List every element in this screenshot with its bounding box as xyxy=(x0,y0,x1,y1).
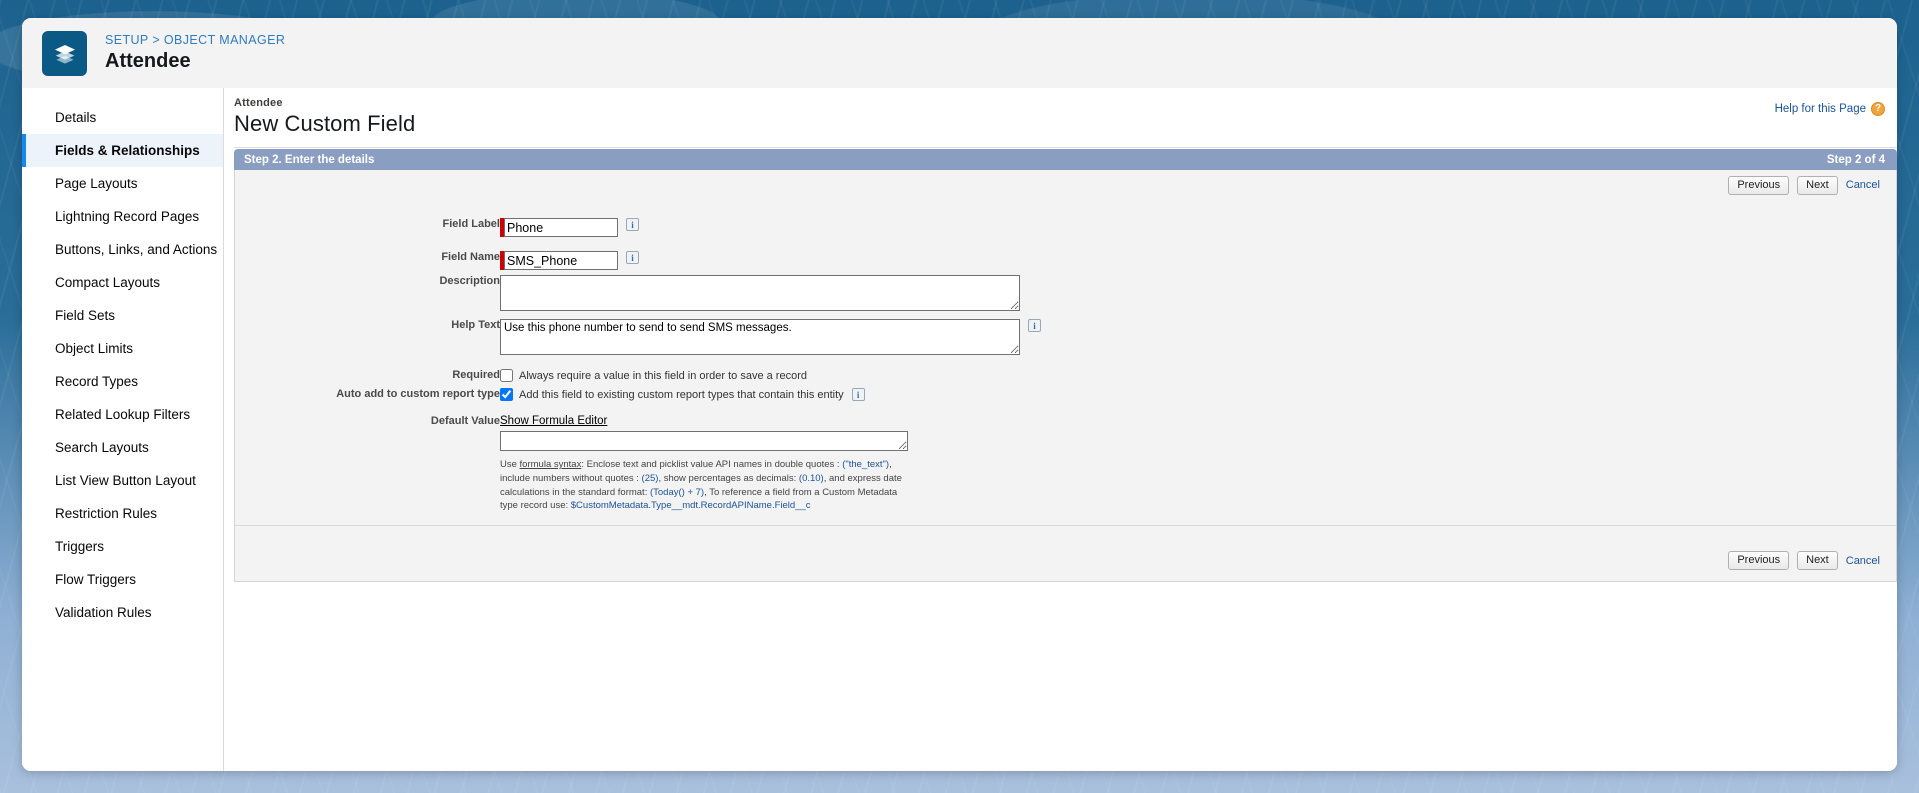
classic-setup-frame: Step 2. Enter the details Step 2 of 4 Pr… xyxy=(234,147,1897,771)
form-divider xyxy=(235,525,1896,527)
hint-p1: : Enclose text and picklist value API na… xyxy=(581,459,843,470)
page-header-left: Attendee New Custom Field xyxy=(234,97,415,137)
wizard-step-counter: Step 2 of 4 xyxy=(1826,153,1885,166)
sidebar-item-related-lookup-filters[interactable]: Related Lookup Filters xyxy=(22,398,223,431)
required-checkbox-row[interactable]: Always require a value in this field in … xyxy=(500,369,1041,382)
field-label-required-wrap xyxy=(500,218,618,237)
sidebar-item-compact-layouts[interactable]: Compact Layouts xyxy=(22,266,223,299)
help-text-textarea[interactable] xyxy=(500,319,1020,355)
sidebar-item-field-sets[interactable]: Field Sets xyxy=(22,299,223,332)
page-eyebrow: Attendee xyxy=(234,97,283,109)
sidebar-item-list-view-button-layout[interactable]: List View Button Layout xyxy=(22,464,223,497)
help-for-this-page-link[interactable]: Help for this Page ? xyxy=(1775,97,1897,116)
field-label-input[interactable] xyxy=(504,218,618,237)
default-value-textarea[interactable] xyxy=(500,431,908,451)
help-text-info-icon[interactable]: i xyxy=(1028,319,1041,332)
formula-syntax-hint: Use formula syntax: Enclose text and pic… xyxy=(500,458,908,513)
wizard-step-bar: Step 2. Enter the details Step 2 of 4 xyxy=(234,149,1897,170)
object-sidebar-nav: Details Fields & Relationships Page Layo… xyxy=(22,88,224,771)
sidebar-item-lightning-record-pages[interactable]: Lightning Record Pages xyxy=(22,200,223,233)
global-header: SETUP > OBJECT MANAGER Attendee xyxy=(22,18,1897,88)
sidebar-item-details[interactable]: Details xyxy=(22,101,223,134)
hint-code3: (0.10) xyxy=(798,472,824,484)
hint-p3: , show percentages as decimals: xyxy=(658,472,799,484)
row-field-name: Field Name i xyxy=(235,251,1041,270)
field-name-label: Field Name xyxy=(441,251,500,263)
description-control xyxy=(500,275,1041,314)
body-row: Details Fields & Relationships Page Layo… xyxy=(22,88,1897,771)
description-textarea[interactable] xyxy=(500,275,1020,311)
auto-add-checkbox-row[interactable]: Add this field to existing custom report… xyxy=(500,388,844,401)
next-button-bottom[interactable]: Next xyxy=(1797,551,1838,571)
default-value-control: Show Formula Editor Use formula syntax: … xyxy=(500,415,1041,513)
salesforce-setup-window: SETUP > OBJECT MANAGER Attendee Details … xyxy=(22,18,1897,771)
wizard-buttons-top: Previous Next Cancel xyxy=(234,170,1897,200)
next-button-top[interactable]: Next xyxy=(1797,175,1838,195)
sidebar-item-validation-rules[interactable]: Validation Rules xyxy=(22,596,223,629)
object-manager-stack-icon xyxy=(42,30,87,76)
auto-add-checkbox-label: Add this field to existing custom report… xyxy=(519,388,844,401)
field-name-required-wrap xyxy=(500,251,618,270)
sidebar-item-restriction-rules[interactable]: Restriction Rules xyxy=(22,497,223,530)
cancel-link-top[interactable]: Cancel xyxy=(1846,179,1880,191)
breadcrumb[interactable]: SETUP > OBJECT MANAGER xyxy=(105,33,285,47)
required-row-label: Required xyxy=(452,369,500,381)
row-default-value: Default Value Show Formula Editor Use fo… xyxy=(235,415,1041,513)
help-question-icon: ? xyxy=(1871,102,1885,116)
hint-lead: Use xyxy=(500,459,520,470)
field-label-control: i xyxy=(500,218,1041,237)
row-help-text: Help Text i xyxy=(235,319,1041,355)
row-field-label: Field Label i xyxy=(235,218,1041,237)
sidebar-item-record-types[interactable]: Record Types xyxy=(22,365,223,398)
description-label: Description xyxy=(439,275,500,287)
auto-add-report-type-label: Auto add to custom report type xyxy=(336,388,500,400)
required-control: Always require a value in this field in … xyxy=(500,369,1041,382)
field-details-form: Field Label i xyxy=(234,200,1897,541)
sidebar-item-fields-relationships[interactable]: Fields & Relationships xyxy=(22,134,223,167)
hint-code2: (25) xyxy=(641,472,659,484)
page-header: Attendee New Custom Field Help for this … xyxy=(224,88,1897,143)
field-label-label: Field Label xyxy=(442,218,500,230)
previous-button-bottom[interactable]: Previous xyxy=(1728,551,1790,571)
sidebar-item-triggers[interactable]: Triggers xyxy=(22,530,223,563)
field-name-info-icon[interactable]: i xyxy=(626,251,639,264)
default-value-label: Default Value xyxy=(430,415,500,427)
row-description: Description xyxy=(235,275,1041,314)
sidebar-item-page-layouts[interactable]: Page Layouts xyxy=(22,167,223,200)
previous-button-top[interactable]: Previous xyxy=(1728,175,1790,195)
required-checkbox[interactable] xyxy=(500,369,513,382)
field-details-table: Field Label i xyxy=(235,218,1041,513)
hint-code5: $CustomMetadata.Type__mdt.RecordAPIName.… xyxy=(570,500,811,512)
cancel-link-bottom[interactable]: Cancel xyxy=(1846,555,1880,567)
hint-code1: ("the_text") xyxy=(842,459,890,470)
sidebar-item-flow-triggers[interactable]: Flow Triggers xyxy=(22,563,223,596)
object-title: Attendee xyxy=(105,50,191,73)
sidebar-item-buttons-links-actions[interactable]: Buttons, Links, and Actions xyxy=(22,233,223,266)
help-text-control: i xyxy=(500,319,1041,355)
row-required: Required Always require a value in this … xyxy=(235,369,1041,382)
sidebar-item-search-layouts[interactable]: Search Layouts xyxy=(22,431,223,464)
help-link-label: Help for this Page xyxy=(1774,103,1866,115)
sidebar-item-object-limits[interactable]: Object Limits xyxy=(22,332,223,365)
auto-add-report-type-control: Add this field to existing custom report… xyxy=(500,388,1041,401)
main-content: Attendee New Custom Field Help for this … xyxy=(224,88,1897,771)
required-checkbox-label: Always require a value in this field in … xyxy=(519,369,807,382)
wizard-buttons-bottom: Previous Next Cancel xyxy=(234,540,1897,583)
field-name-control: i xyxy=(500,251,1041,270)
page-title: New Custom Field xyxy=(234,111,416,136)
auto-add-report-type-checkbox[interactable] xyxy=(500,388,513,401)
field-label-info-icon[interactable]: i xyxy=(626,218,639,231)
header-text-block: SETUP > OBJECT MANAGER Attendee xyxy=(105,33,285,73)
row-auto-add-report-type: Auto add to custom report type Add this … xyxy=(235,388,1041,401)
show-formula-editor-link[interactable]: Show Formula Editor xyxy=(500,415,607,427)
help-text-label: Help Text xyxy=(451,319,500,331)
wizard-step-title: Step 2. Enter the details xyxy=(244,153,375,166)
field-name-input[interactable] xyxy=(504,251,618,270)
hint-syntax-word: formula syntax xyxy=(519,459,582,470)
auto-add-info-icon[interactable]: i xyxy=(851,388,865,401)
hint-code4: (Today() + 7) xyxy=(649,486,705,498)
